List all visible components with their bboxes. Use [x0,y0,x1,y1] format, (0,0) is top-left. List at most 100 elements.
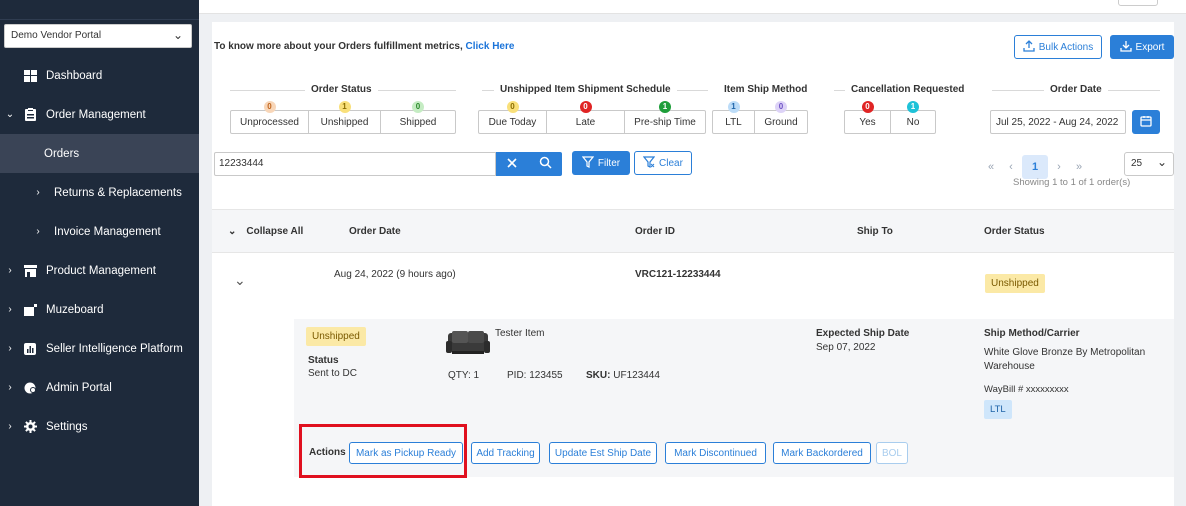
filter-label: Yes [859,116,876,128]
chevron-right-icon: › [8,421,12,432]
column-order-id: Order ID [635,226,676,237]
count-badge: 0 [579,101,592,113]
clear-search-icon[interactable] [506,157,518,172]
sidebar-item-settings[interactable]: › Settings [0,407,199,446]
filter-no[interactable]: 1 No [891,101,935,133]
board-icon [22,303,38,316]
sidebar-item-invoice-management[interactable]: › Invoice Management [0,212,199,251]
ship-method-filter: 1 LTL 0 Ground [712,101,808,134]
product-thumbnail[interactable] [446,329,490,360]
filter-shipped[interactable]: 0 Shipped [381,101,455,133]
count-badge: 0 [412,101,424,113]
sidebar-item-product-management[interactable]: › Product Management [0,251,199,290]
sidebar-item-returns[interactable]: › Returns & Replacements [0,173,199,212]
filter-label: Late [575,116,596,128]
item-status-value: Sent to DC [308,368,357,379]
filter-button[interactable]: Filter [572,151,630,175]
chevron-down-icon: ⌄ [5,109,15,120]
filter-preship-time[interactable]: 1 Pre-ship Time [625,101,705,133]
order-search-input[interactable]: 12233444 [214,152,496,176]
ship-method-title: Item Ship Method [718,84,814,95]
export-button[interactable]: Export [1110,35,1174,59]
store-icon [22,264,38,277]
item-name[interactable]: Tester Item [495,328,544,339]
filter-yes[interactable]: 0 Yes [845,101,891,133]
column-ship-to: Ship To [857,226,893,237]
sidebar-item-label: Product Management [46,264,156,277]
sidebar-item-label: Returns & Replacements [54,186,182,199]
sku-value: UF123444 [613,370,660,381]
ship-method-value: White Glove Bronze By Metropolitan Wareh… [984,347,1146,372]
count-badge: 1 [659,101,671,113]
sidebar-item-orders[interactable]: Orders [0,134,199,173]
click-here-link[interactable]: Click Here [466,41,515,52]
order-id[interactable]: VRC121-12233444 [635,269,721,280]
count-badge: 0 [506,101,519,113]
expand-row-icon[interactable]: ⌄ [234,272,246,289]
sidebar-item-label: Settings [46,420,88,433]
filter-ltl[interactable]: 1 LTL [713,101,755,133]
sidebar-item-dashboard[interactable]: Dashboard [0,56,199,95]
download-icon [1119,40,1132,55]
order-status-badge: Unshipped [985,274,1045,293]
last-page-icon[interactable]: » [1070,161,1088,173]
mark-backordered-button[interactable]: Mark Backordered [773,442,871,464]
chevron-right-icon: › [36,187,40,198]
metrics-info-text: To know more about your Orders fulfillme… [214,41,463,52]
clear-filter-button[interactable]: Clear [634,151,692,175]
filter-label: No [906,116,920,128]
gear-icon [22,420,38,433]
sidebar-item-label: Orders [44,147,80,160]
filter-due-today[interactable]: 0 Due Today [479,101,547,133]
count-badge: 1 [338,101,351,113]
cancellation-title: Cancellation Requested [845,84,971,95]
chevron-right-icon: › [8,382,12,393]
metrics-info: To know more about your Orders fulfillme… [214,41,514,52]
prev-page-icon[interactable]: ‹ [1000,161,1022,173]
chevron-down-icon: ⌄ [172,28,183,42]
filter-unshipped[interactable]: 1 Unshipped [309,101,381,133]
ship-method-label: Ship Method/Carrier [984,328,1080,339]
bol-button[interactable]: BOL [876,442,908,464]
sidebar-item-label: Admin Portal [46,381,112,394]
next-page-icon[interactable]: › [1048,161,1070,173]
topbar-button[interactable] [1118,0,1158,6]
export-label: Export [1135,41,1165,53]
update-est-ship-date-button[interactable]: Update Est Ship Date [549,442,657,464]
clipboard-icon [22,108,38,121]
table-row: ⌄ Aug 24, 2022 (9 hours ago) VRC121-1223… [212,254,1174,320]
bulk-actions-button[interactable]: Bulk Actions [1014,35,1102,59]
sidebar-item-admin-portal[interactable]: › Admin Portal [0,368,199,407]
column-order-date: Order Date [349,226,401,237]
admin-icon [22,381,38,394]
page-number[interactable]: 1 [1022,155,1048,179]
sidebar-item-order-management[interactable]: ⌄ Order Management [0,95,199,134]
sidebar-item-seller-intelligence[interactable]: › Seller Intelligence Platform [0,329,199,368]
schedule-filter: 0 Due Today 0 Late 1 Pre-ship Time [478,101,706,134]
filter-unprocessed[interactable]: 0 Unprocessed [231,101,309,133]
sidebar-item-muzeboard[interactable]: › Muzeboard [0,290,199,329]
bulk-actions-label: Bulk Actions [1038,41,1094,53]
filter-label: Ground [764,116,798,128]
top-bar [199,0,1186,14]
sidebar-item-label: Invoice Management [54,225,161,238]
search-icon[interactable] [539,156,552,172]
filter-late[interactable]: 0 Late [547,101,625,133]
chevron-right-icon: › [8,343,12,354]
sku-label: SKU: [586,370,611,381]
count-badge: 0 [775,101,787,113]
mark-discontinued-button[interactable]: Mark Discontinued [665,442,766,464]
order-date-range[interactable]: Jul 25, 2022 - Aug 24, 2022 [990,110,1126,134]
clear-label: Clear [659,157,683,169]
filter-label: LTL [725,116,742,128]
calendar-button[interactable] [1132,110,1160,134]
portal-select-value: Demo Vendor Portal [11,30,102,41]
expected-ship-date: Sep 07, 2022 [816,342,876,353]
calendar-icon [1140,115,1152,130]
portal-select[interactable]: Demo Vendor Portal ⌄ [4,24,192,48]
per-page-select[interactable]: 25 ⌄ [1124,152,1174,176]
filter-ground[interactable]: 0 Ground [755,101,807,133]
first-page-icon[interactable]: « [982,161,1000,173]
collapse-all-button[interactable]: ⌄ Collapse All [228,226,303,237]
add-tracking-button[interactable]: Add Tracking [471,442,540,464]
